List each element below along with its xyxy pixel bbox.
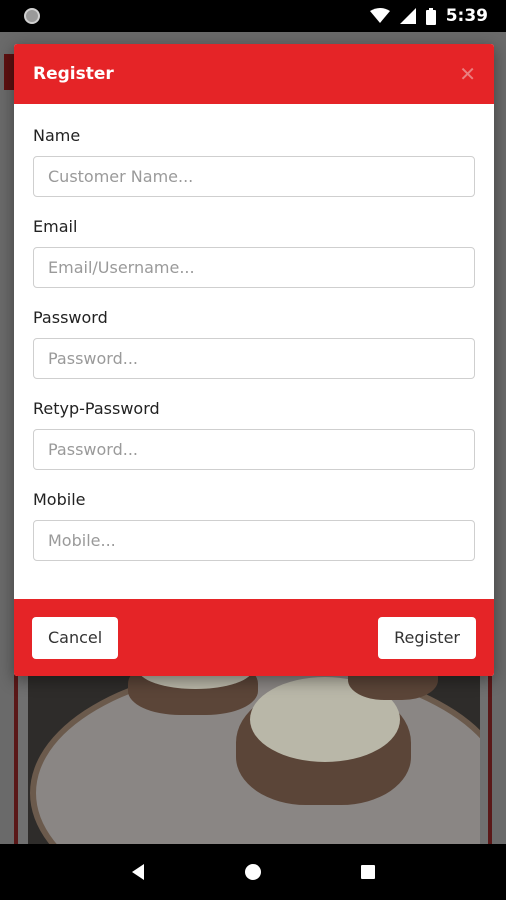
retype-password-label: Retyp-Password [33,399,160,418]
password-input[interactable] [33,338,475,379]
retype-password-input[interactable] [33,429,475,470]
back-icon[interactable] [118,852,158,892]
email-label: Email [33,217,78,236]
background-red-tab [4,54,14,90]
home-icon[interactable] [233,852,273,892]
mobile-label: Mobile [33,490,86,509]
mobile-input[interactable] [33,520,475,561]
status-bar: 5:39 [0,0,506,32]
battery-icon [425,7,436,25]
notification-dot-icon [24,8,40,24]
close-icon[interactable]: ✕ [459,64,476,84]
recents-icon[interactable] [348,852,388,892]
mobile-field-group: Mobile [33,490,475,561]
modal-footer: Cancel Register [14,599,494,676]
name-label: Name [33,126,81,145]
status-right: 5:39 [369,6,488,26]
name-input[interactable] [33,156,475,197]
modal-body: Name Email Password Retyp-Password Mobil… [14,104,494,561]
cell-signal-icon [399,8,416,24]
email-field-group: Email [33,217,475,288]
cancel-button[interactable]: Cancel [32,616,119,659]
modal-title: Register [33,64,114,84]
clock: 5:39 [445,6,488,26]
modal-header: Register ✕ [14,44,494,104]
name-field-group: Name [33,126,475,197]
password-label: Password [33,308,108,327]
wifi-icon [369,8,390,23]
register-button[interactable]: Register [378,616,476,659]
password-field-group: Password [33,308,475,379]
retype-password-field-group: Retyp-Password [33,399,475,470]
register-modal: Register ✕ Name Email Password Retyp-Pas… [14,44,494,676]
email-input[interactable] [33,247,475,288]
navigation-bar [0,844,506,900]
status-left [24,8,40,24]
